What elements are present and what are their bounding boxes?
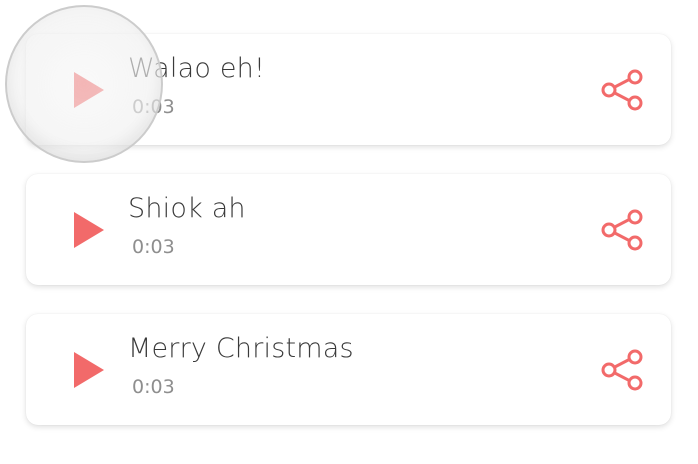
sound-card[interactable]: Walao eh! 0:03 [26, 34, 671, 145]
share-button[interactable] [600, 68, 644, 112]
share-button[interactable] [600, 348, 644, 392]
sound-card[interactable]: Merry Christmas 0:03 [26, 314, 671, 425]
share-icon [601, 69, 643, 111]
play-button[interactable] [72, 70, 106, 110]
sound-title: Walao eh! [128, 53, 266, 84]
sound-duration: 0:03 [132, 236, 175, 258]
sound-card[interactable]: Shiok ah 0:03 [26, 174, 671, 285]
sound-title: Merry Christmas [128, 333, 354, 364]
sound-title: Shiok ah [128, 193, 246, 224]
share-button[interactable] [600, 208, 644, 252]
play-button[interactable] [72, 210, 106, 250]
share-icon [601, 209, 643, 251]
play-button[interactable] [72, 350, 106, 390]
play-icon [74, 212, 104, 248]
sound-duration: 0:03 [132, 376, 175, 398]
play-icon [74, 352, 104, 388]
play-icon [74, 72, 104, 108]
sound-duration: 0:03 [132, 96, 175, 118]
sound-list: Walao eh! 0:03 Shiok ah 0:03 Merry Chris… [0, 0, 698, 464]
share-icon [601, 349, 643, 391]
